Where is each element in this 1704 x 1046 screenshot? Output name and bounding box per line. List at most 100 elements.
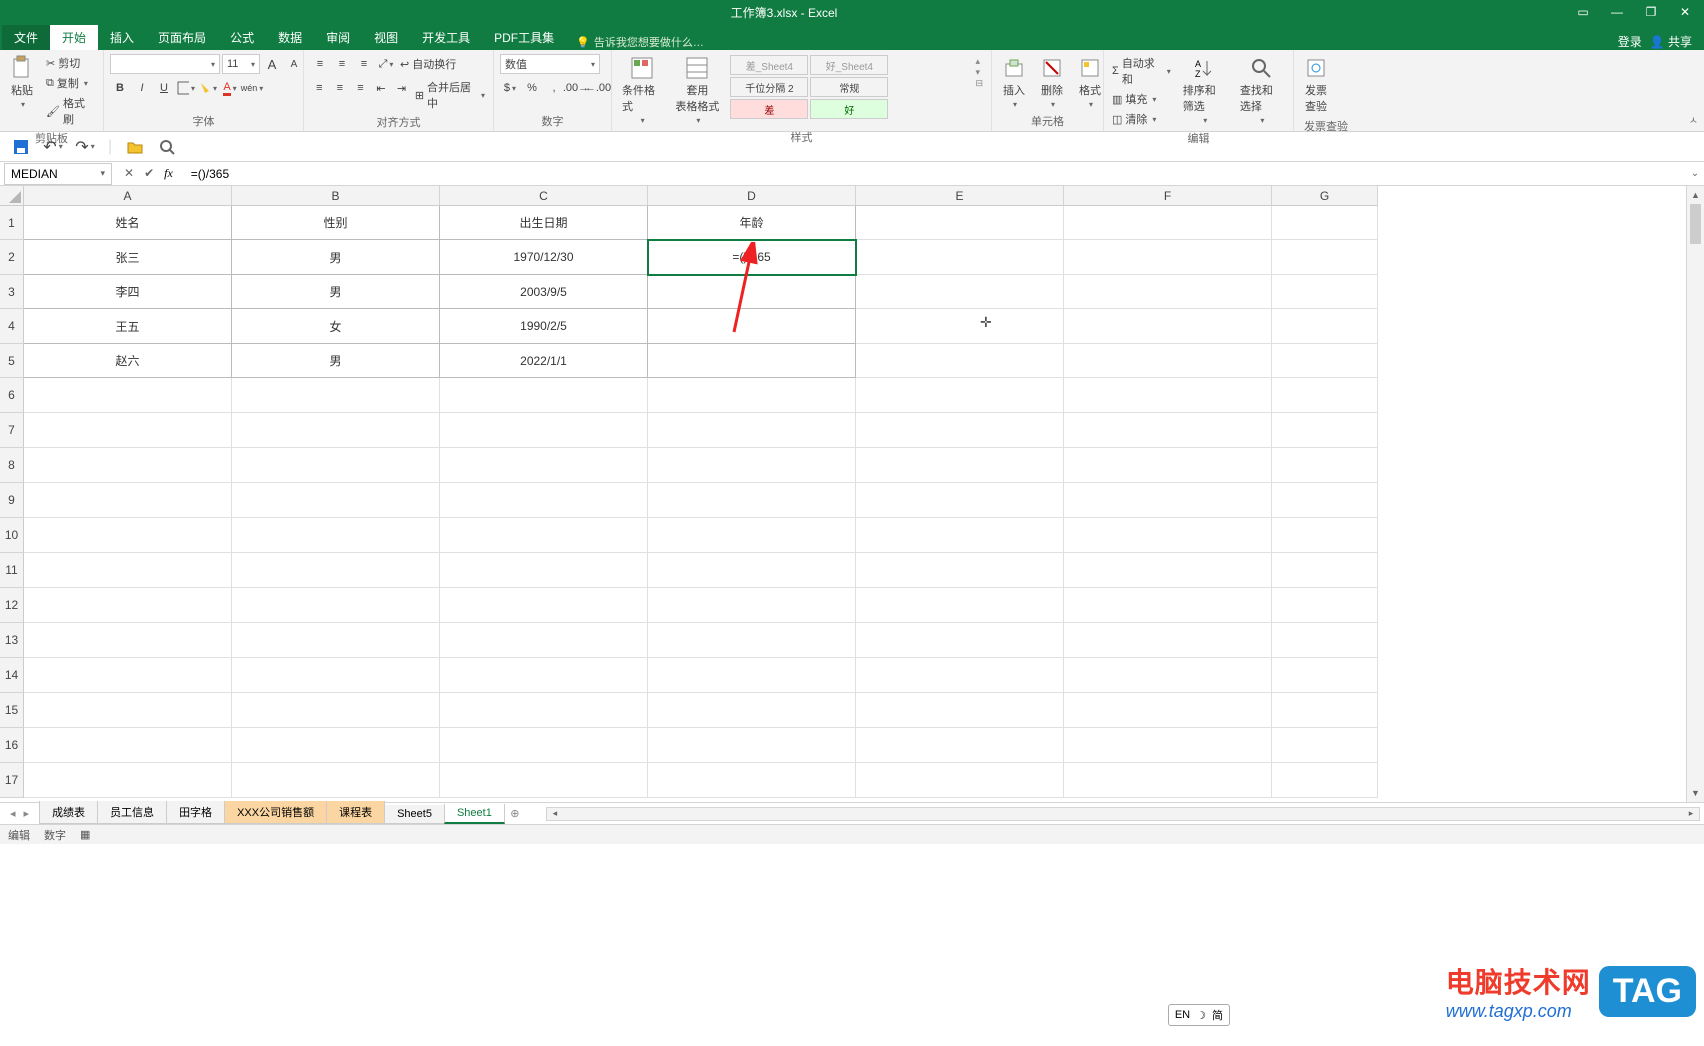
phonetic-button[interactable]: wén▾ <box>242 78 262 98</box>
cell-E5[interactable] <box>856 344 1064 378</box>
col-header-G[interactable]: G <box>1272 186 1378 206</box>
cell-E6[interactable] <box>856 378 1064 413</box>
confirm-formula-icon[interactable]: ✔ <box>144 166 154 181</box>
row-header-1[interactable]: 1 <box>0 206 24 240</box>
sheet-tab-课程表[interactable]: 课程表 <box>326 801 385 824</box>
cell-G4[interactable] <box>1272 309 1378 344</box>
inc-decimal-button[interactable]: .00→ <box>566 78 586 98</box>
column-headers[interactable]: ABCDEFG <box>24 186 1378 206</box>
cell-G12[interactable] <box>1272 588 1378 623</box>
cell-A2[interactable]: 张三 <box>24 240 232 275</box>
cell-A16[interactable] <box>24 728 232 763</box>
merge-center-button[interactable]: ⊞合并后居中▾ <box>413 78 487 112</box>
cell-B10[interactable] <box>232 518 440 553</box>
scroll-thumb[interactable] <box>1690 204 1701 244</box>
cell-G6[interactable] <box>1272 378 1378 413</box>
cell-D13[interactable] <box>648 623 856 658</box>
print-preview-icon[interactable] <box>158 138 176 156</box>
tab-insert[interactable]: 插入 <box>98 25 146 50</box>
cell-A17[interactable] <box>24 763 232 798</box>
cell-B12[interactable] <box>232 588 440 623</box>
cell-D8[interactable] <box>648 448 856 483</box>
cell-A5[interactable]: 赵六 <box>24 344 232 378</box>
cell-B4[interactable]: 女 <box>232 309 440 344</box>
cell-G8[interactable] <box>1272 448 1378 483</box>
cell-C7[interactable] <box>440 413 648 448</box>
col-header-C[interactable]: C <box>440 186 648 206</box>
cell-F11[interactable] <box>1064 553 1272 588</box>
cell-E11[interactable] <box>856 553 1064 588</box>
fx-icon[interactable]: fx <box>164 166 173 181</box>
cell-C2[interactable]: 1970/12/30 <box>440 240 648 275</box>
cell-F9[interactable] <box>1064 483 1272 518</box>
insert-cells-button[interactable]: 插入▾ <box>998 54 1030 111</box>
cell-B8[interactable] <box>232 448 440 483</box>
row-header-9[interactable]: 9 <box>0 483 24 518</box>
redo-icon[interactable]: ↷▾ <box>76 138 94 156</box>
sort-filter-button[interactable]: AZ排序和筛选▾ <box>1179 54 1230 127</box>
cell-A9[interactable] <box>24 483 232 518</box>
row-header-5[interactable]: 5 <box>0 344 24 378</box>
row-header-16[interactable]: 16 <box>0 728 24 763</box>
cut-button[interactable]: ✂剪切 <box>44 54 97 72</box>
cell-E3[interactable] <box>856 275 1064 309</box>
align-center-button[interactable]: ≡ <box>331 78 350 98</box>
cell-F15[interactable] <box>1064 693 1272 728</box>
font-size-combo[interactable]: 11▾ <box>222 54 260 74</box>
cell-E13[interactable] <box>856 623 1064 658</box>
share-button[interactable]: 👤 共享 <box>1650 33 1692 50</box>
cell-E1[interactable] <box>856 206 1064 240</box>
cell-D5[interactable] <box>648 344 856 378</box>
cell-G7[interactable] <box>1272 413 1378 448</box>
tab-formulas[interactable]: 公式 <box>218 25 266 50</box>
close-button[interactable]: ✕ <box>1670 2 1700 22</box>
cell-F8[interactable] <box>1064 448 1272 483</box>
cell-A6[interactable] <box>24 378 232 413</box>
font-color-button[interactable]: A▾ <box>220 78 240 98</box>
cell-A11[interactable] <box>24 553 232 588</box>
save-icon[interactable] <box>12 138 30 156</box>
tab-developer[interactable]: 开发工具 <box>410 25 482 50</box>
cell-E14[interactable] <box>856 658 1064 693</box>
cell-B15[interactable] <box>232 693 440 728</box>
percent-button[interactable]: % <box>522 78 542 98</box>
style-thousand-sep[interactable]: 千位分隔 2 <box>730 77 808 97</box>
bold-button[interactable]: B <box>110 78 130 98</box>
cell-A10[interactable] <box>24 518 232 553</box>
cell-C11[interactable] <box>440 553 648 588</box>
cell-C15[interactable] <box>440 693 648 728</box>
cell-G15[interactable] <box>1272 693 1378 728</box>
cell-A7[interactable] <box>24 413 232 448</box>
cell-F16[interactable] <box>1064 728 1272 763</box>
cell-F2[interactable] <box>1064 240 1272 275</box>
cell-F5[interactable] <box>1064 344 1272 378</box>
cell-G3[interactable] <box>1272 275 1378 309</box>
row-header-3[interactable]: 3 <box>0 275 24 309</box>
cells-area[interactable]: 姓名性别出生日期年龄张三男1970/12/30=()/365李四男2003/9/… <box>24 206 1378 798</box>
col-header-B[interactable]: B <box>232 186 440 206</box>
align-top-button[interactable]: ≡ <box>310 54 330 74</box>
cell-F12[interactable] <box>1064 588 1272 623</box>
row-header-14[interactable]: 14 <box>0 658 24 693</box>
cell-C5[interactable]: 2022/1/1 <box>440 344 648 378</box>
style-normal[interactable]: 常规 <box>810 77 888 97</box>
sheet-tab-XXX公司销售额[interactable]: XXX公司销售额 <box>224 801 327 824</box>
cell-E2[interactable] <box>856 240 1064 275</box>
cell-F17[interactable] <box>1064 763 1272 798</box>
tab-view[interactable]: 视图 <box>362 25 410 50</box>
number-format-combo[interactable]: 数值▾ <box>500 54 600 74</box>
sheet-tab-Sheet1[interactable]: Sheet1 <box>444 804 505 824</box>
cell-G14[interactable] <box>1272 658 1378 693</box>
cell-D6[interactable] <box>648 378 856 413</box>
cell-D12[interactable] <box>648 588 856 623</box>
cell-E7[interactable] <box>856 413 1064 448</box>
cell-F10[interactable] <box>1064 518 1272 553</box>
cell-F13[interactable] <box>1064 623 1272 658</box>
cell-B5[interactable]: 男 <box>232 344 440 378</box>
sheet-tab-员工信息[interactable]: 员工信息 <box>97 801 167 824</box>
chevron-down-icon[interactable]: ▾ <box>100 168 105 179</box>
sheet-nav-first-icon[interactable]: ◂ <box>10 807 16 820</box>
cell-A12[interactable] <box>24 588 232 623</box>
cell-E9[interactable] <box>856 483 1064 518</box>
cell-C1[interactable]: 出生日期 <box>440 206 648 240</box>
